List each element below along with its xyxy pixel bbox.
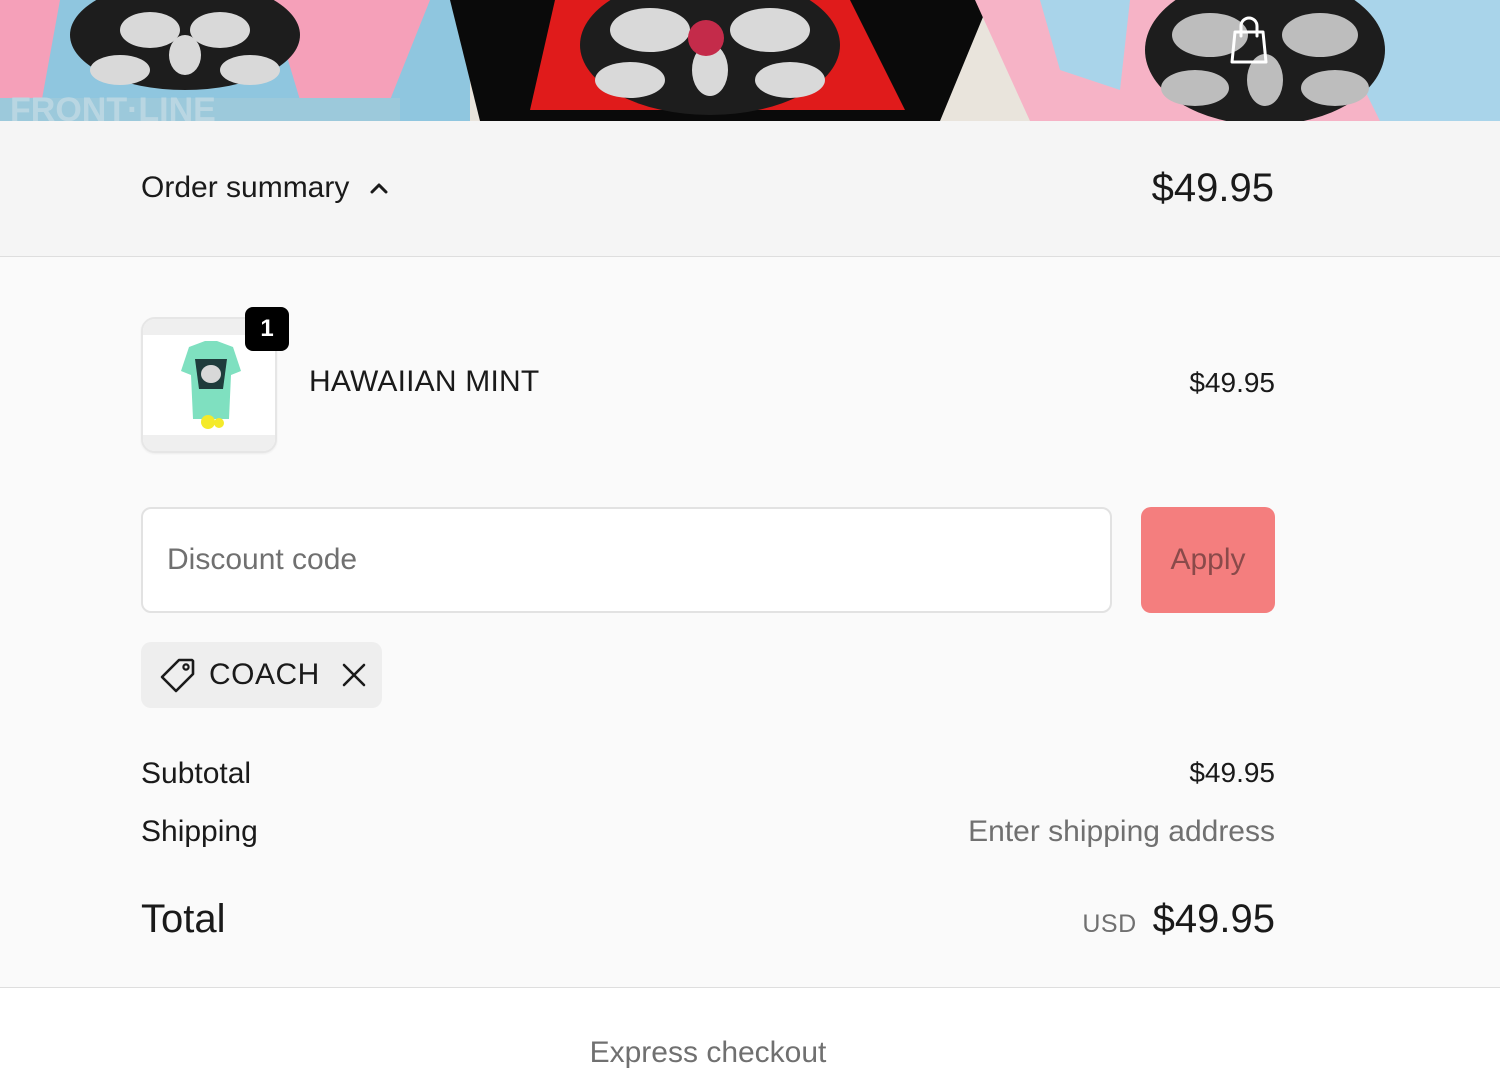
product-name: HAWAIIAN MINT <box>309 365 540 398</box>
chevron-up-icon <box>370 183 388 194</box>
header-banner: FRONT·LINE <box>0 0 1500 121</box>
banner-image: FRONT·LINE <box>0 0 1500 121</box>
total-label: Total <box>141 897 226 941</box>
close-icon[interactable] <box>340 661 368 689</box>
shipping-value: Enter shipping address <box>968 815 1275 848</box>
express-checkout-heading: Express checkout <box>589 1036 827 1069</box>
currency-code: USD <box>1082 910 1137 938</box>
order-summary-toggle[interactable]: Order summary <box>141 171 389 205</box>
total-value: USD $49.95 <box>1082 897 1275 942</box>
order-summary-total: $49.95 <box>1151 166 1274 210</box>
subtotal-value: $49.95 <box>1189 757 1275 788</box>
applied-discount-chip: COACH <box>141 642 382 708</box>
order-summary-panel: 1 HAWAIIAN MINT $49.95 Apply COACH Subto… <box>0 257 1500 988</box>
order-summary-label: Order summary <box>141 171 350 204</box>
shipping-label: Shipping <box>141 815 258 848</box>
order-summary-bar: Order summary $49.95 <box>0 121 1500 257</box>
product-price: $49.95 <box>1189 367 1275 398</box>
svg-text:FRONT·LINE: FRONT·LINE <box>10 91 216 121</box>
line-item: 1 HAWAIIAN MINT $49.95 <box>141 307 1275 453</box>
discount-row: Apply <box>141 507 1275 613</box>
discount-code-input[interactable] <box>141 507 1112 613</box>
quantity-badge: 1 <box>245 307 289 351</box>
subtotal-label: Subtotal <box>141 757 252 790</box>
apply-discount-button[interactable]: Apply <box>1141 507 1275 613</box>
tag-icon <box>160 658 195 693</box>
discount-code-label: COACH <box>209 658 320 691</box>
shopping-bag-icon[interactable] <box>1226 14 1272 66</box>
total-amount: $49.95 <box>1152 897 1275 941</box>
